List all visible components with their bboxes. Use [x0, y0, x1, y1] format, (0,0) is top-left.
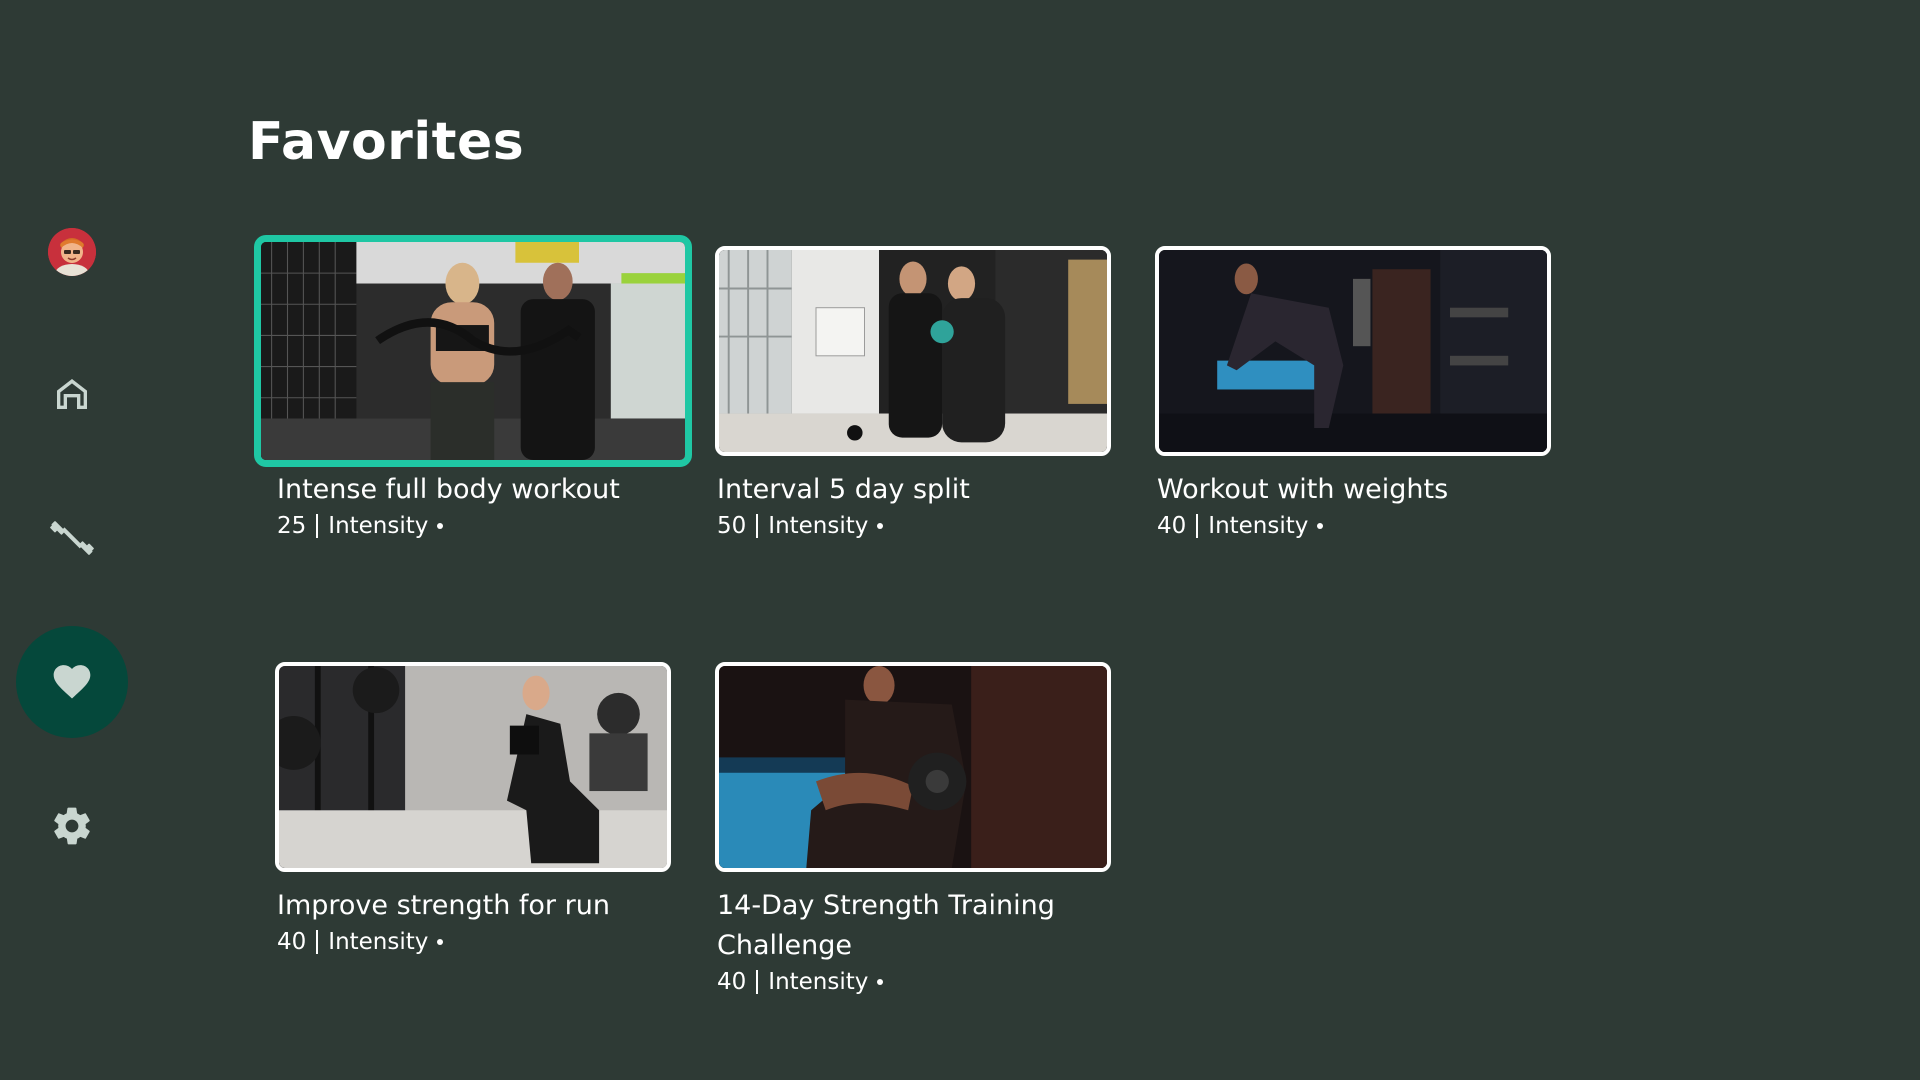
workout-card[interactable]: 14-Day Strength Training Challenge 40 In… [715, 662, 1111, 998]
page-title: Favorites [248, 112, 525, 172]
workout-count: 25 [277, 513, 307, 539]
intensity-dot-icon [877, 979, 884, 985]
workout-title: Workout with weights [1157, 474, 1449, 505]
profile-avatar[interactable] [48, 228, 96, 276]
workout-card[interactable]: Intense full body workout 25 Intensity [254, 235, 692, 542]
workout-count: 40 [717, 969, 747, 995]
workout-count: 50 [717, 513, 747, 539]
workout-meta: 25 Intensity [277, 510, 671, 542]
workout-card[interactable]: Interval 5 day split 50 Intensity [715, 246, 1111, 542]
gym-photo-image [279, 666, 667, 868]
gym-photo-image [1159, 250, 1547, 452]
dumbbell-icon [50, 521, 94, 555]
workout-thumbnail [715, 246, 1111, 456]
workout-thumbnail [715, 662, 1111, 872]
meta-divider [756, 514, 759, 538]
sidebar-nav [0, 0, 150, 1080]
intensity-dot-icon [1317, 523, 1324, 529]
workout-title: Improve strength for run [277, 890, 610, 921]
heart-icon [53, 665, 91, 699]
nav-favorites[interactable] [16, 626, 128, 738]
workout-meta: 50 Intensity [717, 510, 1111, 542]
workout-title: Interval 5 day split [717, 474, 970, 505]
workout-thumbnail [1155, 246, 1551, 456]
nav-settings[interactable] [16, 770, 128, 882]
workout-thumbnail [254, 235, 692, 467]
intensity-label: Intensity [768, 513, 869, 539]
home-icon [57, 379, 87, 409]
workout-meta: 40 Intensity [277, 926, 671, 958]
workout-meta: 40 Intensity [717, 966, 1111, 998]
workout-thumbnail [275, 662, 671, 872]
intensity-dot-icon [437, 523, 444, 529]
gym-photo-image [719, 666, 1107, 868]
workout-count: 40 [1157, 513, 1187, 539]
workout-count: 40 [277, 929, 307, 955]
meta-divider [1196, 514, 1199, 538]
meta-divider [316, 930, 319, 954]
workout-meta: 40 Intensity [1157, 510, 1551, 542]
workout-card[interactable]: Workout with weights 40 Intensity [1155, 246, 1551, 542]
nav-home[interactable] [16, 338, 128, 450]
intensity-label: Intensity [328, 929, 429, 955]
gear-icon [54, 807, 90, 845]
meta-divider [316, 514, 319, 538]
intensity-label: Intensity [768, 969, 869, 995]
intensity-label: Intensity [1208, 513, 1309, 539]
workout-title: 14-Day Strength Training Challenge [717, 890, 1055, 961]
workout-title: Intense full body workout [277, 474, 620, 505]
workout-card[interactable]: Improve strength for run 40 Intensity [275, 662, 671, 958]
meta-divider [756, 970, 759, 994]
avatar-icon [48, 228, 96, 276]
nav-workouts[interactable] [16, 482, 128, 594]
intensity-dot-icon [437, 939, 444, 945]
gym-photo-image [719, 250, 1107, 452]
intensity-dot-icon [877, 523, 884, 529]
gym-photo-image [261, 242, 685, 460]
intensity-label: Intensity [328, 513, 429, 539]
